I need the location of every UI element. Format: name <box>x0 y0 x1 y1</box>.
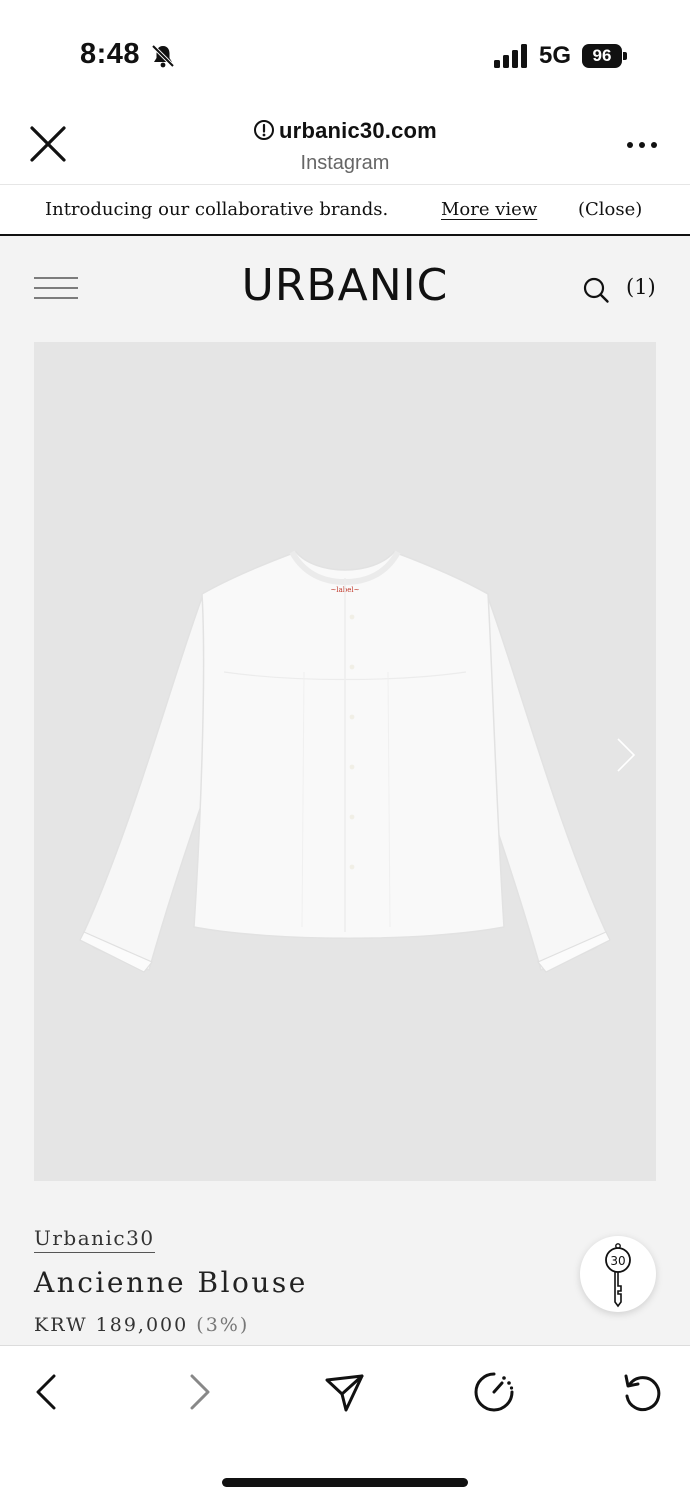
more-view-link[interactable]: More view <box>441 199 537 220</box>
info-icon <box>254 120 275 140</box>
search-icon[interactable] <box>582 276 610 304</box>
bell-slash-icon <box>151 44 175 68</box>
price-row: KRW 189,000 (3%) <box>34 1314 249 1336</box>
status-time: 8:48 <box>80 38 141 70</box>
speed-icon[interactable] <box>472 1370 516 1414</box>
page: 8:48 5G 96 urbanic30.com Instagram Intro… <box>0 0 690 1500</box>
announcement-bar: Introducing our collaborative brands. Mo… <box>0 184 690 236</box>
product-title: Ancienne Blouse <box>34 1266 308 1299</box>
announcement-close-button[interactable]: (Close) <box>578 199 642 220</box>
browser-toolbar <box>0 1345 690 1500</box>
network-label: 5G <box>539 42 572 69</box>
back-icon[interactable] <box>26 1370 70 1414</box>
key-icon: 30 <box>605 1243 631 1308</box>
refresh-icon[interactable] <box>620 1370 664 1414</box>
home-indicator[interactable] <box>222 1478 468 1487</box>
site-content: URBANIC (1) ~label~ <box>0 236 690 1345</box>
announcement-text: Introducing our collaborative brands. <box>45 199 389 220</box>
signal-icon <box>494 44 527 68</box>
browser-header: urbanic30.com Instagram <box>0 110 690 184</box>
product-price: KRW 189,000 <box>34 1314 189 1336</box>
more-icon[interactable] <box>626 140 658 150</box>
url-row[interactable]: urbanic30.com <box>0 118 690 144</box>
battery-level: 96 <box>582 44 622 68</box>
next-arrow-icon[interactable] <box>614 735 638 775</box>
blouse-illustration: ~label~ <box>79 550 611 973</box>
product-image[interactable]: ~label~ <box>34 342 656 1181</box>
key-badge-button[interactable]: 30 <box>580 1236 656 1312</box>
forward-icon[interactable] <box>176 1370 220 1414</box>
brand-link[interactable]: Urbanic30 <box>34 1226 155 1253</box>
product-discount: (3%) <box>196 1314 250 1336</box>
url-subtitle: Instagram <box>300 152 390 174</box>
url-text: urbanic30.com <box>279 118 437 143</box>
share-icon[interactable] <box>322 1370 366 1414</box>
battery-icon: 96 <box>582 44 628 68</box>
status-bar: 8:48 5G 96 <box>0 0 690 110</box>
cart-count[interactable]: (1) <box>626 275 656 299</box>
battery-cap <box>623 52 627 60</box>
key-badge-number: 30 <box>610 1254 625 1268</box>
